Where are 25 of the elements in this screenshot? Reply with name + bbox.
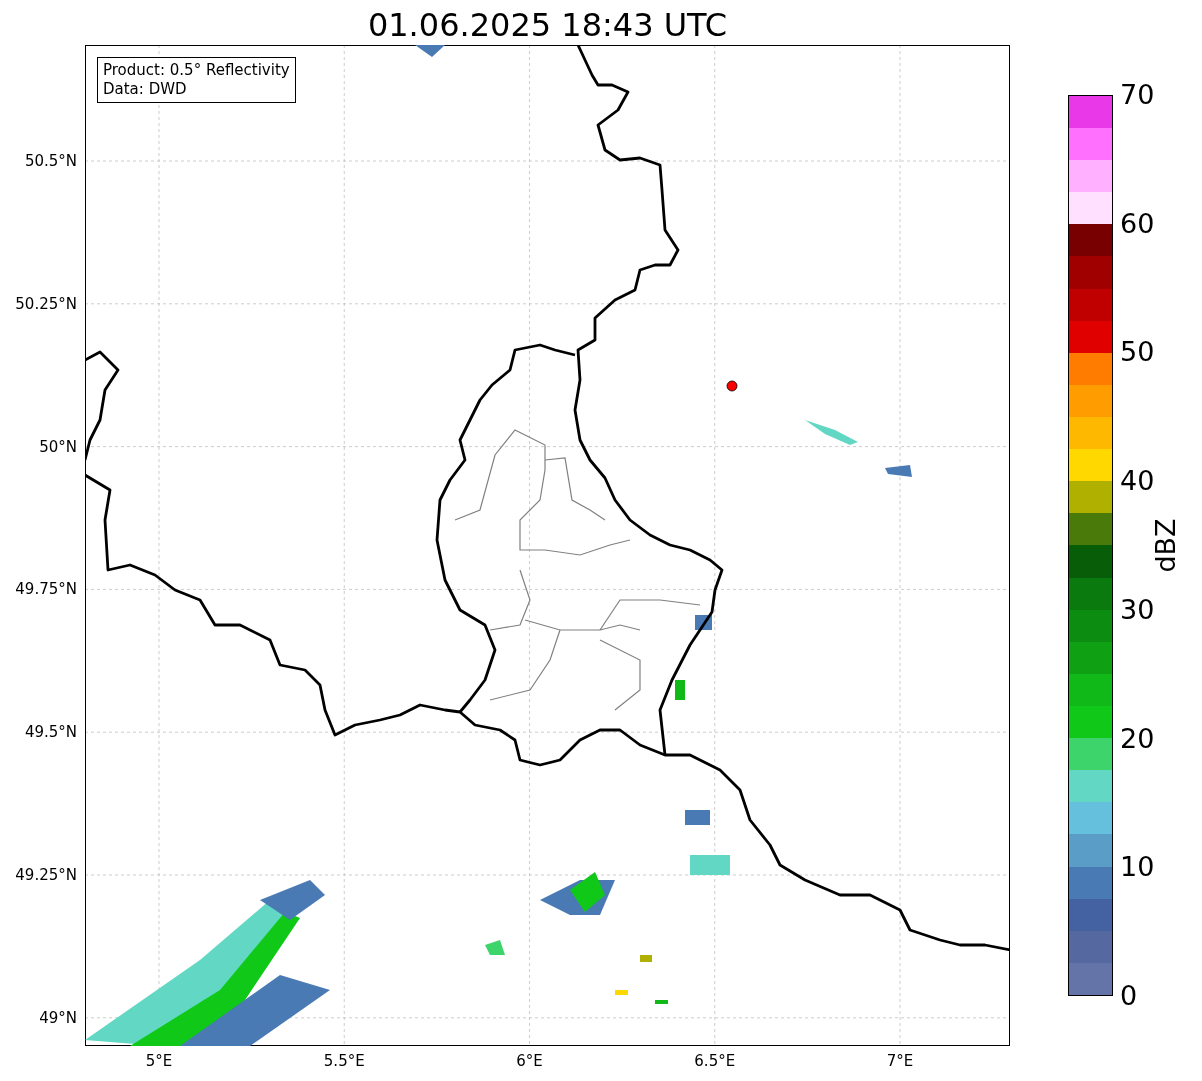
- longitude-label: 6.5°E: [694, 1052, 736, 1070]
- latitude-label: 50°N: [39, 437, 77, 456]
- scale-tick-label: 0: [1120, 981, 1138, 1011]
- info-text: Data: DWD: [103, 80, 188, 99]
- scale-tick-label: 40: [1120, 466, 1155, 497]
- longitude-label: 5.5°E: [323, 1052, 365, 1070]
- longitude-label: 5°E: [145, 1052, 173, 1070]
- latitude-label: 50.5°N: [24, 152, 77, 170]
- latitude-label: 49.5°N: [24, 723, 77, 742]
- longitude-label: 7°E: [886, 1052, 914, 1070]
- latitude-label: 49°N: [39, 1008, 77, 1027]
- latitude-label: 49.75°N: [15, 580, 77, 599]
- scale-tick-label: 60: [1120, 208, 1155, 239]
- latitude-label: 49.25°N: [15, 866, 77, 884]
- scale-tick-label: 30: [1120, 594, 1155, 625]
- longitude-label: 6°E: [516, 1052, 543, 1070]
- scale-tick-label: 50: [1120, 337, 1155, 368]
- latitude-label: 50.25°N: [15, 294, 77, 313]
- scale-unit-label: dBZ: [1149, 518, 1181, 573]
- radar-site-marker: [726, 380, 738, 392]
- scale-tick-label: 10: [1120, 852, 1155, 883]
- scale-tick-label: 20: [1120, 723, 1155, 754]
- scale-tick-label: 70: [1120, 80, 1155, 110]
- chart-title: 01.06.2025 18:43 UTC: [366, 5, 729, 45]
- info-text: Product: 0.5° Reflectivity: [103, 61, 290, 80]
